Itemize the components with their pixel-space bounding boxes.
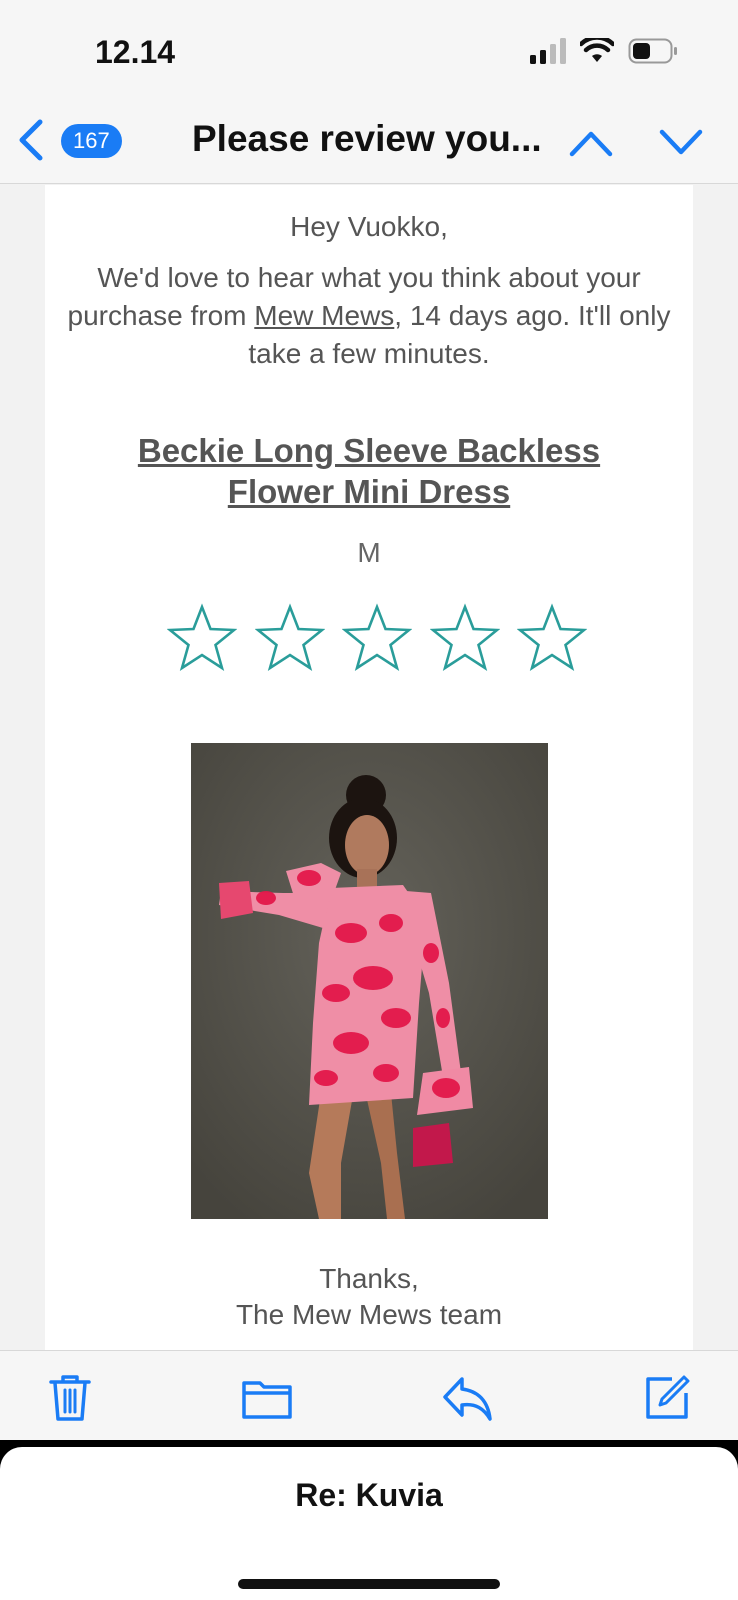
status-bar: 12.14	[0, 0, 738, 100]
star-rating	[167, 603, 587, 673]
cellular-signal-icon	[530, 38, 566, 64]
shop-link[interactable]: Mew Mews	[254, 300, 394, 331]
message-nav-bar: 167 Please review you...	[0, 100, 738, 184]
star-3-icon[interactable]	[342, 603, 412, 673]
star-4-icon[interactable]	[429, 603, 500, 673]
signoff-thanks: Thanks,	[319, 1263, 419, 1294]
trash-icon[interactable]	[45, 1373, 95, 1423]
chevron-down-icon[interactable]	[658, 122, 704, 162]
star-5-icon[interactable]	[517, 603, 587, 673]
greeting-text: Hey Vuokko,	[290, 211, 448, 242]
email-content-card: Hey Vuokko, We'd love to hear what you t…	[45, 185, 693, 1350]
product-photo-illustration	[191, 743, 548, 1219]
bottom-toolbar	[0, 1350, 738, 1440]
reply-icon[interactable]	[442, 1373, 492, 1423]
minimized-draft[interactable]: Re: Kuvia	[0, 1447, 738, 1600]
compose-icon[interactable]	[642, 1373, 692, 1423]
email-body-scroll[interactable]: Hey Vuokko, We'd love to hear what you t…	[0, 185, 738, 1350]
product-size: M	[357, 537, 381, 568]
chevron-up-icon[interactable]	[568, 122, 614, 162]
signoff: Thanks, The Mew Mews team	[45, 1261, 693, 1333]
message-subject-title: Please review you...	[192, 118, 542, 159]
signoff-team: The Mew Mews team	[235, 1299, 503, 1330]
product-image[interactable]	[191, 743, 548, 1219]
battery-icon	[628, 38, 677, 64]
status-icons	[530, 38, 678, 64]
chevron-left-icon[interactable]	[14, 118, 48, 162]
star-1-icon[interactable]	[167, 603, 237, 673]
home-indicator[interactable]	[238, 1579, 500, 1589]
status-time: 12.14	[95, 34, 176, 70]
wifi-icon	[580, 38, 614, 62]
draft-title: Re: Kuvia	[295, 1477, 443, 1513]
intro-paragraph: We'd love to hear what you think about y…	[67, 259, 671, 373]
star-2-icon[interactable]	[254, 603, 325, 673]
unread-count-badge[interactable]: 167	[61, 124, 122, 158]
folder-icon[interactable]	[242, 1373, 292, 1423]
product-name-link[interactable]: Beckie Long Sleeve Backless Flower Mini …	[85, 430, 653, 512]
